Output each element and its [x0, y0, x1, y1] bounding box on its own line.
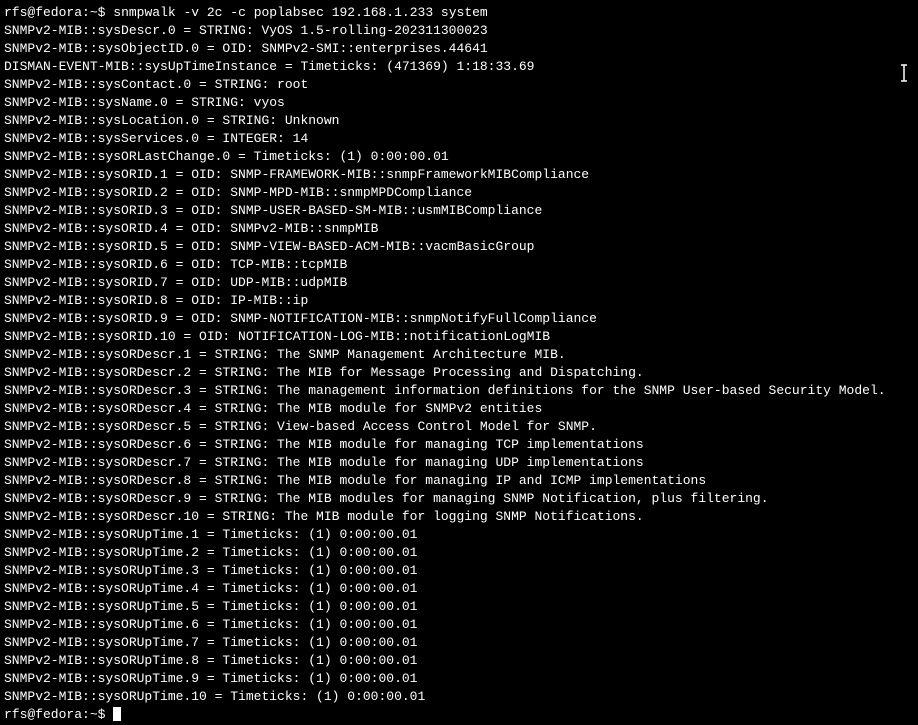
output-line: SNMPv2-MIB::sysORID.2 = OID: SNMP-MPD-MI…	[4, 184, 914, 202]
terminal-window[interactable]: rfs@fedora:~$ snmpwalk -v 2c -c poplabse…	[4, 4, 914, 724]
output-line: SNMPv2-MIB::sysORUpTime.3 = Timeticks: (…	[4, 562, 914, 580]
output-line: SNMPv2-MIB::sysORUpTime.7 = Timeticks: (…	[4, 634, 914, 652]
output-line: SNMPv2-MIB::sysORDescr.5 = STRING: View-…	[4, 418, 914, 436]
output-line: SNMPv2-MIB::sysORID.10 = OID: NOTIFICATI…	[4, 328, 914, 346]
output-container: SNMPv2-MIB::sysDescr.0 = STRING: VyOS 1.…	[4, 22, 914, 706]
output-line: SNMPv2-MIB::sysORID.6 = OID: TCP-MIB::tc…	[4, 256, 914, 274]
output-line: SNMPv2-MIB::sysORID.7 = OID: UDP-MIB::ud…	[4, 274, 914, 292]
output-line: SNMPv2-MIB::sysORDescr.9 = STRING: The M…	[4, 490, 914, 508]
output-line: SNMPv2-MIB::sysName.0 = STRING: vyos	[4, 94, 914, 112]
output-line: SNMPv2-MIB::sysContact.0 = STRING: root	[4, 76, 914, 94]
output-line: SNMPv2-MIB::sysORID.3 = OID: SNMP-USER-B…	[4, 202, 914, 220]
output-line: SNMPv2-MIB::sysORUpTime.2 = Timeticks: (…	[4, 544, 914, 562]
prompt-path: ~	[90, 5, 98, 20]
prompt-user-host-2: rfs@fedora	[4, 707, 82, 722]
command-line: rfs@fedora:~$ snmpwalk -v 2c -c poplabse…	[4, 4, 914, 22]
output-line: SNMPv2-MIB::sysORDescr.6 = STRING: The M…	[4, 436, 914, 454]
prompt-separator-2: :	[82, 707, 90, 722]
output-line: DISMAN-EVENT-MIB::sysUpTimeInstance = Ti…	[4, 58, 914, 76]
output-line: SNMPv2-MIB::sysORUpTime.4 = Timeticks: (…	[4, 580, 914, 598]
output-line: SNMPv2-MIB::sysORUpTime.8 = Timeticks: (…	[4, 652, 914, 670]
output-line: SNMPv2-MIB::sysLocation.0 = STRING: Unkn…	[4, 112, 914, 130]
spacer-2	[105, 707, 113, 722]
output-line: SNMPv2-MIB::sysORUpTime.1 = Timeticks: (…	[4, 526, 914, 544]
output-line: SNMPv2-MIB::sysORDescr.4 = STRING: The M…	[4, 400, 914, 418]
output-line: SNMPv2-MIB::sysORID.8 = OID: IP-MIB::ip	[4, 292, 914, 310]
output-line: SNMPv2-MIB::sysORID.4 = OID: SNMPv2-MIB:…	[4, 220, 914, 238]
output-line: SNMPv2-MIB::sysORDescr.8 = STRING: The M…	[4, 472, 914, 490]
output-line: SNMPv2-MIB::sysORDescr.2 = STRING: The M…	[4, 364, 914, 382]
prompt-path-2: ~	[90, 707, 98, 722]
command-text: snmpwalk -v 2c -c poplabsec 192.168.1.23…	[113, 5, 487, 20]
output-line: SNMPv2-MIB::sysORUpTime.5 = Timeticks: (…	[4, 598, 914, 616]
prompt-line-2: rfs@fedora:~$	[4, 706, 914, 724]
output-line: SNMPv2-MIB::sysORUpTime.9 = Timeticks: (…	[4, 670, 914, 688]
terminal-cursor[interactable]	[113, 707, 121, 721]
output-line: SNMPv2-MIB::sysServices.0 = INTEGER: 14	[4, 130, 914, 148]
output-line: SNMPv2-MIB::sysObjectID.0 = OID: SNMPv2-…	[4, 40, 914, 58]
prompt-separator: :	[82, 5, 90, 20]
output-line: SNMPv2-MIB::sysDescr.0 = STRING: VyOS 1.…	[4, 22, 914, 40]
output-line: SNMPv2-MIB::sysORDescr.1 = STRING: The S…	[4, 346, 914, 364]
output-line: SNMPv2-MIB::sysORDescr.3 = STRING: The m…	[4, 382, 914, 400]
output-line: SNMPv2-MIB::sysORDescr.7 = STRING: The M…	[4, 454, 914, 472]
prompt-user-host: rfs@fedora	[4, 5, 82, 20]
output-line: SNMPv2-MIB::sysORLastChange.0 = Timetick…	[4, 148, 914, 166]
output-line: SNMPv2-MIB::sysORID.1 = OID: SNMP-FRAMEW…	[4, 166, 914, 184]
output-line: SNMPv2-MIB::sysORDescr.10 = STRING: The …	[4, 508, 914, 526]
output-line: SNMPv2-MIB::sysORUpTime.10 = Timeticks: …	[4, 688, 914, 706]
output-line: SNMPv2-MIB::sysORID.9 = OID: SNMP-NOTIFI…	[4, 310, 914, 328]
output-line: SNMPv2-MIB::sysORID.5 = OID: SNMP-VIEW-B…	[4, 238, 914, 256]
output-line: SNMPv2-MIB::sysORUpTime.6 = Timeticks: (…	[4, 616, 914, 634]
